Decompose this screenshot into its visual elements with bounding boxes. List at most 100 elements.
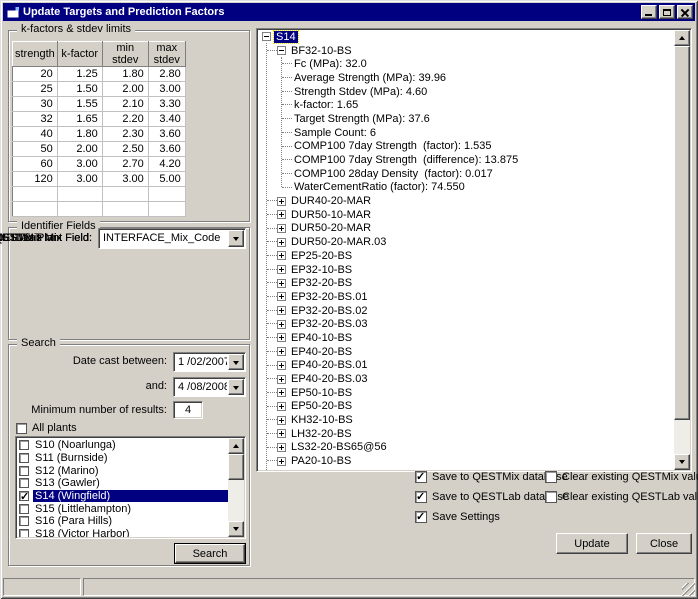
table-row[interactable]: 25 1.50 2.00 3.00: [13, 82, 186, 97]
tree-expander-icon[interactable]: [277, 361, 286, 370]
tree-item-label[interactable]: Sample Count: 6: [292, 127, 378, 139]
min-results-input[interactable]: [173, 401, 203, 419]
cell-kfactor[interactable]: 2.00: [57, 142, 102, 157]
cell-min-stdev[interactable]: 2.10: [102, 97, 148, 112]
tree-item-label[interactable]: k-factor: 1.65: [292, 99, 360, 111]
scroll-up-icon[interactable]: [228, 438, 244, 454]
table-row[interactable]: [13, 202, 186, 217]
tree-item[interactable]: Average Strength (MPa): 39.96: [258, 71, 674, 85]
close-button[interactable]: [677, 5, 693, 19]
scrollbar-thumb[interactable]: [228, 454, 244, 480]
cell-strength[interactable]: 50: [13, 142, 58, 157]
tree-item[interactable]: DUR50-20-MAR: [258, 222, 674, 236]
plant-list-item[interactable]: S15 (Littlehampton): [17, 502, 228, 515]
table-row[interactable]: 32 1.65 2.20 3.40: [13, 112, 186, 127]
chevron-down-icon[interactable]: [228, 230, 244, 247]
all-plants-checkbox-row[interactable]: All plants: [16, 422, 77, 434]
table-row[interactable]: 20 1.25 1.80 2.80: [13, 67, 186, 82]
cell-min-stdev[interactable]: [102, 187, 148, 202]
cell-max-stdev[interactable]: [148, 187, 185, 202]
tree-item[interactable]: COMP100 7day Strength (difference): 13.8…: [258, 153, 674, 167]
tree-expander-icon[interactable]: [277, 265, 286, 274]
tree-item-label[interactable]: EP32-20-BS.01: [289, 291, 369, 303]
tree-item[interactable]: EP40-20-BS.03: [258, 372, 674, 386]
tree-item[interactable]: EP32-20-BS: [258, 276, 674, 290]
cell-strength[interactable]: 20: [13, 67, 58, 82]
plant-list-item[interactable]: S16 (Para Hills): [17, 515, 228, 528]
tree-item-label[interactable]: COMP100 28day Density (factor): 0.017: [292, 168, 495, 180]
cell-max-stdev[interactable]: 3.00: [148, 82, 185, 97]
option-checkbox[interactable]: [415, 471, 427, 483]
tree-expander-icon[interactable]: [262, 32, 271, 41]
cell-max-stdev[interactable]: 3.30: [148, 97, 185, 112]
tree-item[interactable]: WaterCementRatio (factor): 74.550: [258, 181, 674, 195]
date-from-picker[interactable]: 1 /02/2007: [173, 352, 246, 372]
tree-item[interactable]: EP32-20-BS.03: [258, 317, 674, 331]
column-header[interactable]: strength: [13, 42, 58, 67]
plant-list-item[interactable]: S13 (Gawler): [17, 477, 228, 490]
column-header[interactable]: k-factor: [57, 42, 102, 67]
plant-checkbox[interactable]: [19, 516, 29, 526]
table-row[interactable]: 30 1.55 2.10 3.30: [13, 97, 186, 112]
tree-item-label[interactable]: EP50-20-BS: [289, 400, 354, 412]
tree-item-label[interactable]: EP25-20-BS: [289, 250, 354, 262]
tree-expander-icon[interactable]: [277, 46, 286, 55]
tree-item[interactable]: EP32-20-BS.01: [258, 290, 674, 304]
resize-grip[interactable]: [682, 583, 695, 596]
tree-item-label[interactable]: EP32-20-BS.02: [289, 305, 369, 317]
tree-item[interactable]: LS32-20-BS65@56: [258, 441, 674, 455]
tree-item-label[interactable]: PB32-20-BS: [289, 469, 354, 470]
titlebar[interactable]: Update Targets and Prediction Factors: [3, 3, 695, 21]
tree-item[interactable]: COMP100 28day Density (factor): 0.017: [258, 167, 674, 181]
minimize-button[interactable]: [641, 5, 657, 19]
cell-max-stdev[interactable]: 2.80: [148, 67, 185, 82]
table-row[interactable]: 40 1.80 2.30 3.60: [13, 127, 186, 142]
cell-kfactor[interactable]: 1.80: [57, 127, 102, 142]
tree-item-label[interactable]: PA20-10-BS: [289, 455, 353, 467]
option-checkbox-row[interactable]: Save to QESTLab database: [415, 491, 545, 503]
tree-expander-icon[interactable]: [277, 224, 286, 233]
tree-expander-icon[interactable]: [277, 347, 286, 356]
tree-item-label[interactable]: Fc (MPa): 32.0: [292, 58, 369, 70]
tree-item-label[interactable]: COMP100 7day Strength (factor): 1.535: [292, 140, 494, 152]
cell-strength[interactable]: 32: [13, 112, 58, 127]
plant-checkbox[interactable]: [19, 440, 29, 450]
scroll-down-icon[interactable]: [674, 454, 690, 470]
tree-expander-icon[interactable]: [277, 320, 286, 329]
tree-item-label[interactable]: WaterCementRatio (factor): 74.550: [292, 181, 467, 193]
column-header[interactable]: min stdev: [102, 42, 148, 67]
option-checkbox[interactable]: [415, 511, 427, 523]
tree-expander-icon[interactable]: [277, 457, 286, 466]
cell-min-stdev[interactable]: 1.80: [102, 67, 148, 82]
table-row[interactable]: [13, 187, 186, 202]
tree-expander-icon[interactable]: [277, 429, 286, 438]
cell-min-stdev[interactable]: 2.30: [102, 127, 148, 142]
tree-item-label[interactable]: S14: [274, 31, 298, 43]
cell-kfactor[interactable]: 1.65: [57, 112, 102, 127]
cell-strength[interactable]: [13, 202, 58, 217]
plant-checkbox[interactable]: [19, 504, 29, 514]
tree-item-label[interactable]: LH32-20-BS: [289, 428, 354, 440]
tree-item[interactable]: COMP100 7day Strength (factor): 1.535: [258, 140, 674, 154]
tree-item-label[interactable]: EP40-20-BS.01: [289, 359, 369, 371]
chevron-down-icon[interactable]: [228, 379, 244, 395]
cell-max-stdev[interactable]: 5.00: [148, 172, 185, 187]
tree-item[interactable]: S14: [258, 30, 674, 44]
tree-scrollbar[interactable]: [674, 30, 690, 470]
plant-list-item[interactable]: S10 (Noarlunga): [17, 439, 228, 452]
table-row[interactable]: 60 3.00 2.70 4.20: [13, 157, 186, 172]
tree-expander-icon[interactable]: [277, 416, 286, 425]
tree-expander-icon[interactable]: [277, 251, 286, 260]
tree-expander-icon[interactable]: [277, 279, 286, 288]
tree-item-label[interactable]: LS32-20-BS65@56: [289, 441, 389, 453]
plant-list-item[interactable]: S18 (Victor Harbor): [17, 528, 228, 537]
tree-item-label[interactable]: EP40-20-BS.03: [289, 373, 369, 385]
cell-kfactor[interactable]: 1.50: [57, 82, 102, 97]
plant-checkbox[interactable]: [19, 491, 29, 501]
tree-item-label[interactable]: EP32-20-BS.03: [289, 318, 369, 330]
cell-strength[interactable]: 120: [13, 172, 58, 187]
tree-item-label[interactable]: EP32-10-BS: [289, 264, 354, 276]
cell-kfactor[interactable]: 1.25: [57, 67, 102, 82]
tree-item[interactable]: Target Strength (MPa): 37.6: [258, 112, 674, 126]
tree-item[interactable]: DUR40-20-MAR: [258, 194, 674, 208]
